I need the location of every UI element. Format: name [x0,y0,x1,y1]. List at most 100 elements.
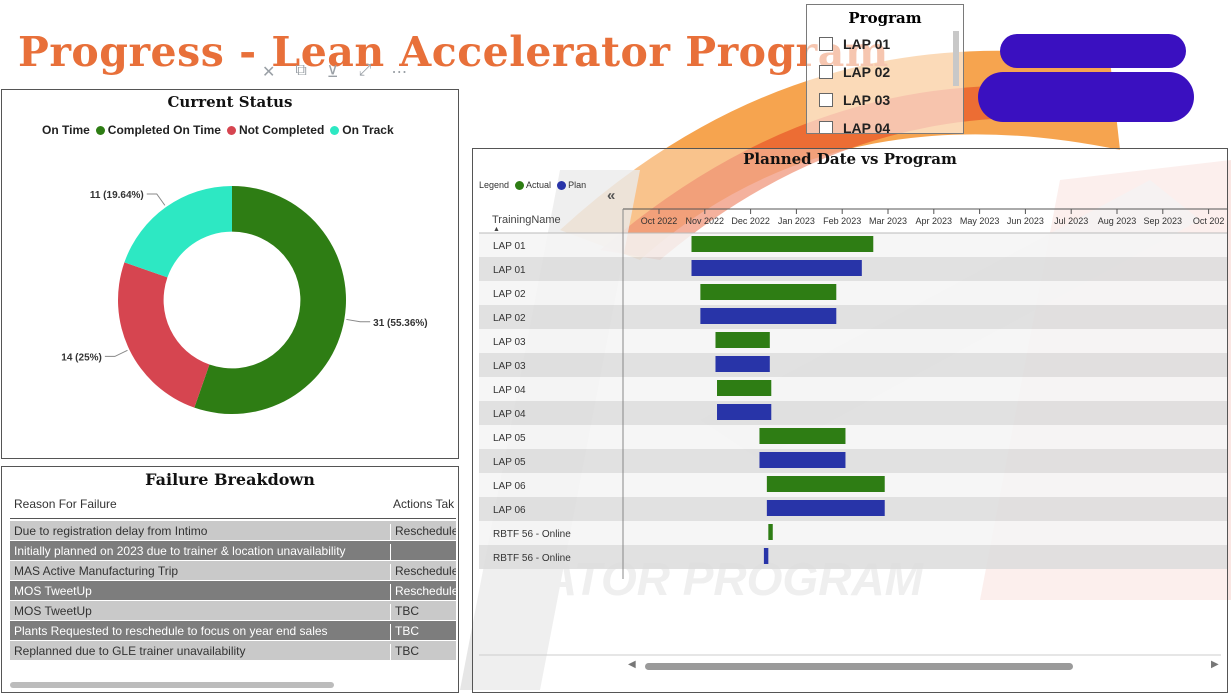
visual-hover-toolbar: ✕ ⧉ ⊻ ⤢ ⋯ [262,62,407,82]
failure-breakdown-title: Failure Breakdown [145,470,315,489]
gantt-bar-plan[interactable] [700,308,837,324]
gantt-title: Planned Date vs Program [743,150,957,168]
x-tick-label: Feb 2023 [823,216,861,226]
page-title: Progress - Lean Accelerator Program [18,28,889,76]
legend-title: On Time [42,123,90,137]
row-label[interactable]: LAP 05 [493,433,526,444]
gantt-bar-actual[interactable] [691,236,874,252]
row-label[interactable]: RBTF 56 - Online [493,529,571,540]
gantt-legend: Legend Actual Plan [479,180,586,190]
table-horizontal-scrollbar[interactable] [10,682,334,688]
donut-chart: 31 (55.36%) 14 (25%) 11 (19.64%) [61,186,428,415]
slicer-item-lap-04[interactable]: LAP 04 [807,114,963,133]
table-row[interactable]: Plants Requested to reschedule to focus … [10,621,456,641]
leader-line [346,318,371,323]
collapse-icon[interactable]: « [607,187,615,204]
x-tick-label: Aug 2023 [1098,216,1137,226]
row-label[interactable]: LAP 06 [493,505,526,516]
sort-ascending-icon[interactable]: ▲ [493,226,500,233]
planned-date-vs-program-visual: Oct 2022 Nov 2022 Dec 2022 Jan 2023 Feb 2023… [472,148,1228,693]
failure-table-body: Due to registration delay from Intimo Res… [10,521,456,661]
row-label[interactable]: LAP 02 [493,313,526,324]
gantt-row-band [479,353,1227,377]
legend-marker [226,125,236,135]
legend-item-actual[interactable]: Actual [526,180,551,190]
row-label[interactable]: LAP 03 [493,361,526,372]
gantt-bar-plan[interactable] [763,548,769,564]
gantt-bar-actual[interactable] [768,524,773,540]
x-tick-label: Apr 2023 [916,216,953,226]
column-header-reason[interactable]: Reason For Failure [14,497,117,511]
gantt-bar-actual[interactable] [715,332,770,348]
scroll-right-icon[interactable]: ▶ [1211,659,1219,670]
status-legend: On Time Completed On Time Not Completed … [42,123,400,137]
focus-mode-icon[interactable]: ⤢ [359,62,372,82]
x-tick-label: Mar 2023 [869,216,907,226]
table-row[interactable]: MOS TweetUp TBC [10,601,456,621]
legend-item-on-track[interactable]: On Track [330,123,394,137]
x-tick-label: Dec 2022 [731,216,770,226]
filter-icon[interactable]: ⊻ [327,62,339,82]
legend-item-not-completed[interactable]: Not Completed [226,123,324,137]
reason-cell: MAS Active Manufacturing Trip [14,564,179,578]
gantt-chart: Oct 2022 Nov 2022 Dec 2022 Jan 2023 Feb 2023… [479,208,1227,656]
checkbox[interactable] [819,37,833,51]
checkbox[interactable] [819,121,833,133]
gantt-row-band [479,329,1227,353]
action-cell [390,544,456,560]
slicer-item-lap-03[interactable]: LAP 03 [807,86,963,114]
scroll-left-icon[interactable]: ◀ [628,659,636,670]
legend-item-plan[interactable]: Plan [568,180,586,190]
gantt-row-band [479,545,1227,569]
table-row[interactable]: Initially planned on 2023 due to trainer… [10,541,456,561]
row-label[interactable]: LAP 04 [493,385,526,396]
row-label[interactable]: LAP 01 [493,241,526,252]
row-label[interactable]: RBTF 56 - Online [493,553,571,564]
slicer-item-lap-02[interactable]: LAP 02 [807,58,963,86]
gantt-bar-actual[interactable] [717,380,772,396]
table-row[interactable]: Replanned due to GLE trainer unavailabil… [10,641,456,661]
x-tick-label: May 2023 [960,216,1000,226]
column-header-training-name[interactable]: TrainingName [492,214,561,226]
action-cell: TBC [390,604,456,620]
checkbox[interactable] [819,93,833,107]
slicer-item-lap-01[interactable]: LAP 01 [807,30,963,58]
donut-slice-not-completed[interactable] [118,262,210,408]
gantt-bar-plan[interactable] [715,356,770,372]
table-row[interactable]: Due to registration delay from Intimo Res… [10,521,456,541]
table-row[interactable]: MAS Active Manufacturing Trip Reschedule [10,561,456,581]
row-label[interactable]: LAP 03 [493,337,526,348]
checkbox[interactable] [819,65,833,79]
gantt-bar-plan[interactable] [759,452,846,468]
reason-cell: Replanned due to GLE trainer unavailabil… [14,644,246,658]
gantt-bar-plan[interactable] [717,404,772,420]
copy-icon[interactable]: ⧉ [295,62,306,82]
row-label[interactable]: LAP 05 [493,457,526,468]
gantt-bar-actual[interactable] [700,284,837,300]
pin-icon[interactable]: ✕ [262,62,275,82]
x-tick-label: Jan 2023 [778,216,815,226]
more-options-icon[interactable]: ⋯ [391,62,407,82]
gantt-bar-plan[interactable] [766,500,885,516]
x-tick-label: Oct 202 [1193,216,1225,226]
row-label[interactable]: LAP 06 [493,481,526,492]
gantt-row-band [479,521,1227,545]
action-cell: Reschedule [390,564,456,580]
redaction-mark [1000,34,1186,68]
row-label[interactable]: LAP 02 [493,289,526,300]
row-label[interactable]: LAP 01 [493,265,526,276]
gantt-bar-actual[interactable] [759,428,846,444]
gantt-bar-plan[interactable] [691,260,862,276]
x-tick-label: Sep 2023 [1144,216,1183,226]
gantt-row-band [479,377,1227,401]
gantt-horizontal-scrollbar[interactable] [645,663,1073,670]
column-header-actions[interactable]: Actions Tak [393,497,457,511]
gantt-bar-actual[interactable] [766,476,885,492]
gantt-row-band [479,401,1227,425]
table-row[interactable]: MOS TweetUp Reschedule [10,581,456,601]
x-tick-label: Oct 2022 [641,216,678,226]
program-slicer: Program LAP 01 LAP 02 LAP 03 LAP 04 [806,4,964,134]
row-label[interactable]: LAP 04 [493,409,526,420]
legend-item-completed-on-time[interactable]: Completed On Time [95,123,221,137]
slicer-scrollbar[interactable] [953,31,959,86]
